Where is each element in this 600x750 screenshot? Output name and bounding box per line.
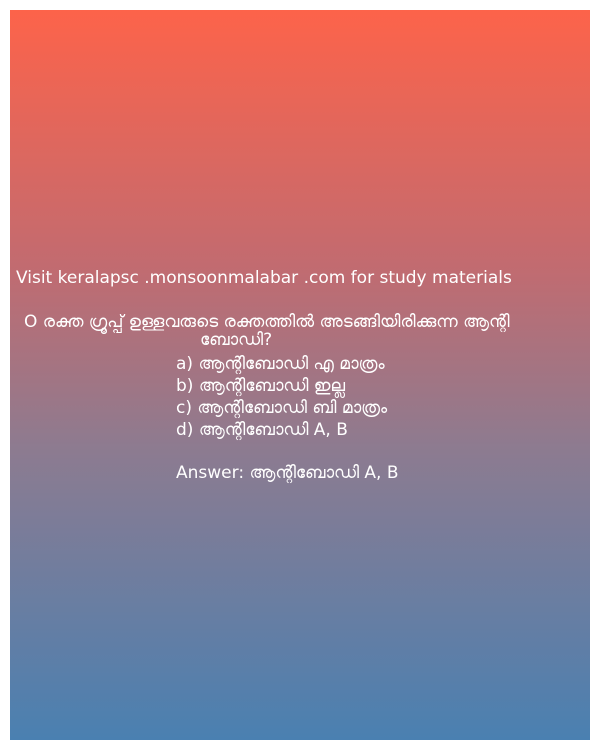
question-card: Visit keralapsc .monsoonmalabar .com for… [10,10,590,740]
site-promo-text: Visit keralapsc .monsoonmalabar .com for… [16,268,512,288]
options-list: a) ആന്റിബോഡി എ മാത്രം b) ആന്റിബോഡി ഇല്ല … [176,353,387,441]
question-text-line-1: O രക്ത ഗ്രൂപ്പ് ഉള്ളവരുടെ രക്തത്തിൽ അടങ്… [24,312,510,332]
question-text-line-2: ബോഡി? [200,330,273,350]
answer-text: Answer: ആന്റിബോഡി A, B [176,463,399,483]
option-c: c) ആന്റിബോഡി ബി മാത്രം [176,398,388,418]
option-d: d) ആന്റിബോഡി A, B [176,420,348,440]
option-b: b) ആന്റിബോഡി ഇല്ല [176,376,346,396]
option-a: a) ആന്റിബോഡി എ മാത്രം [176,354,385,374]
